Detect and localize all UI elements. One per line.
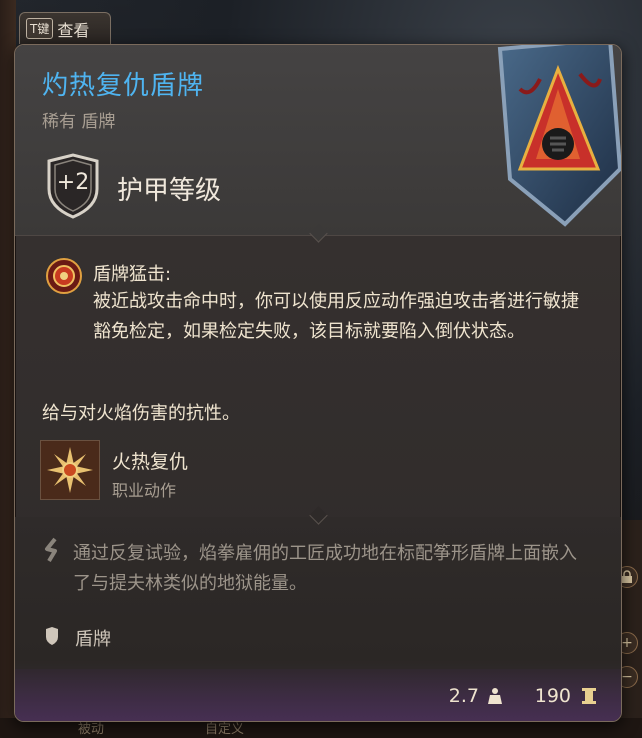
- item-tooltip: 灼热复仇盾牌 稀有 盾牌 +2 护甲等级 盾牌猛击: 被近战攻击命中时，你可以使…: [14, 44, 622, 722]
- fiery-vengeance-icon: [41, 441, 99, 499]
- shield-item-image: [497, 45, 621, 227]
- shield-bash-icon[interactable]: [45, 257, 83, 295]
- tooltip-footer: [15, 669, 621, 721]
- item-category: 盾牌: [75, 629, 111, 650]
- fire-resistance-text: 给与对火焰伤害的抗性。: [42, 403, 240, 424]
- examine-label: 查看: [57, 20, 90, 40]
- armor-class-label: 护甲等级: [117, 176, 222, 206]
- action-type: 职业动作: [112, 481, 177, 500]
- shield-type-icon: [46, 627, 58, 645]
- examine-key-hint[interactable]: T键 查看: [19, 12, 111, 44]
- keycap: T键: [26, 18, 54, 39]
- item-price: 190: [534, 685, 571, 707]
- action-icon-frame[interactable]: [40, 440, 100, 500]
- item-weight: 2.7: [448, 685, 479, 707]
- lore-text: 通过反复试验，焰拳雇佣的工匠成功地在标配筝形盾牌上面嵌入了与提夫林类似的地狱能量…: [73, 543, 577, 594]
- ability-description: 被近战攻击命中时，你可以使用反应动作强迫攻击者进行敏捷豁免检定，如果检定失败，该…: [93, 291, 579, 342]
- ability-title: 盾牌猛击:: [93, 264, 172, 285]
- item-rarity-type: 稀有 盾牌: [42, 112, 116, 132]
- quill-icon: [45, 537, 57, 563]
- gold-coins-icon: [582, 688, 596, 704]
- action-name: 火热复仇: [112, 451, 189, 473]
- item-name: 灼热复仇盾牌: [42, 71, 205, 101]
- weight-icon: [488, 688, 502, 704]
- lock-icon: [622, 570, 632, 583]
- armor-class-value: +2: [56, 170, 90, 195]
